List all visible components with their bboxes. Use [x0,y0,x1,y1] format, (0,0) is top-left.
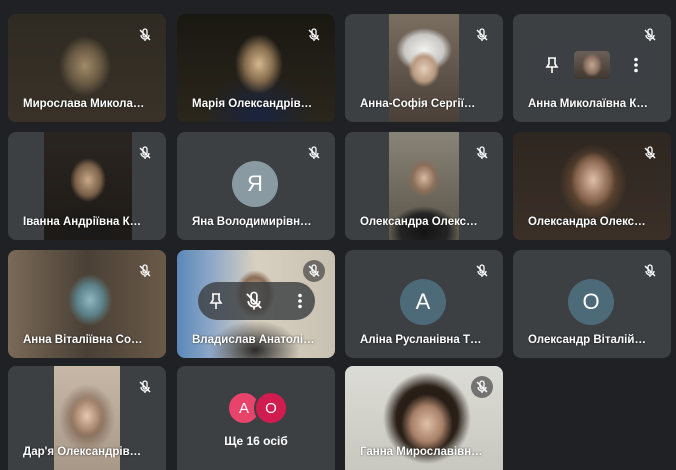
participant-thumbnail [574,51,610,79]
mic-off-icon [639,260,661,282]
mic-off-icon [471,376,493,398]
participant-avatar: О [568,279,614,325]
participant-name: Анна-Софія Сергії… [360,98,476,110]
participant-name: Олександр Віталій… [528,334,646,346]
mic-off-icon [303,24,325,46]
participant-avatar: Я [232,161,278,207]
others-count-label: Ще 16 осіб [224,434,288,448]
participant-tile[interactable]: Олександра Олекс… [345,132,503,240]
participant-tile[interactable]: А Аліна Русланівна Т… [345,250,503,358]
mic-off-icon [134,24,156,46]
pin-icon[interactable] [544,56,560,79]
mic-off-icon [303,260,325,282]
others-avatar: О [254,391,288,425]
tile-hover-controls [534,46,651,84]
participant-name: Анна Віталіївна Со… [23,334,143,346]
participant-tile[interactable]: Анна Миколаївна К… [513,14,671,122]
mic-off-icon [471,24,493,46]
participant-name: Яна Володимирівн… [192,216,312,228]
mic-off-icon [639,142,661,164]
participant-name: Марія Олександрів… [192,98,313,110]
participant-tile[interactable]: Анна Віталіївна Со… [8,250,166,358]
participant-tile[interactable]: Олександра Олекс… [513,132,671,240]
participant-tile[interactable]: Іванна Андріївна К… [8,132,166,240]
participant-name: Олександра Олекс… [360,216,478,228]
participant-tile[interactable]: Марія Олександрів… [177,14,335,122]
participant-tile[interactable]: Ганна Мирославівн… [345,366,503,470]
more-vert-icon[interactable] [297,293,303,314]
participant-tile[interactable]: Дар'я Олександрів… [8,366,166,470]
mic-off-icon [471,260,493,282]
participant-tile[interactable]: Мирослава Микола… [8,14,166,122]
mic-off-icon [134,376,156,398]
participant-tile[interactable]: Владислав Анатолі… [177,250,335,358]
mic-off-icon [471,142,493,164]
participant-tile[interactable]: Анна-Софія Сергії… [345,14,503,122]
mic-off-icon [639,24,661,46]
participant-name: Анна Миколаївна К… [528,98,648,110]
participant-name: Мирослава Микола… [23,98,145,110]
mic-off-icon [244,291,264,311]
participant-name: Ганна Мирославівн… [360,446,483,458]
mic-off-icon [303,142,325,164]
participant-tile[interactable]: Я Яна Володимирівн… [177,132,335,240]
tile-hover-controls [198,282,315,320]
participant-name: Аліна Русланівна Т… [360,334,482,346]
participant-avatar: А [400,279,446,325]
participant-name: Владислав Анатолі… [192,334,315,346]
participant-name: Дар'я Олександрів… [23,446,142,458]
mic-off-icon [134,142,156,164]
others-tile[interactable]: А О Ще 16 осіб [177,366,335,470]
mic-off-icon [134,260,156,282]
participant-name: Олександра Олекс… [528,216,646,228]
participant-name: Іванна Андріївна К… [23,216,142,228]
pin-icon[interactable] [208,292,224,315]
participant-tile[interactable]: О Олександр Віталій… [513,250,671,358]
more-vert-icon[interactable] [633,57,639,78]
